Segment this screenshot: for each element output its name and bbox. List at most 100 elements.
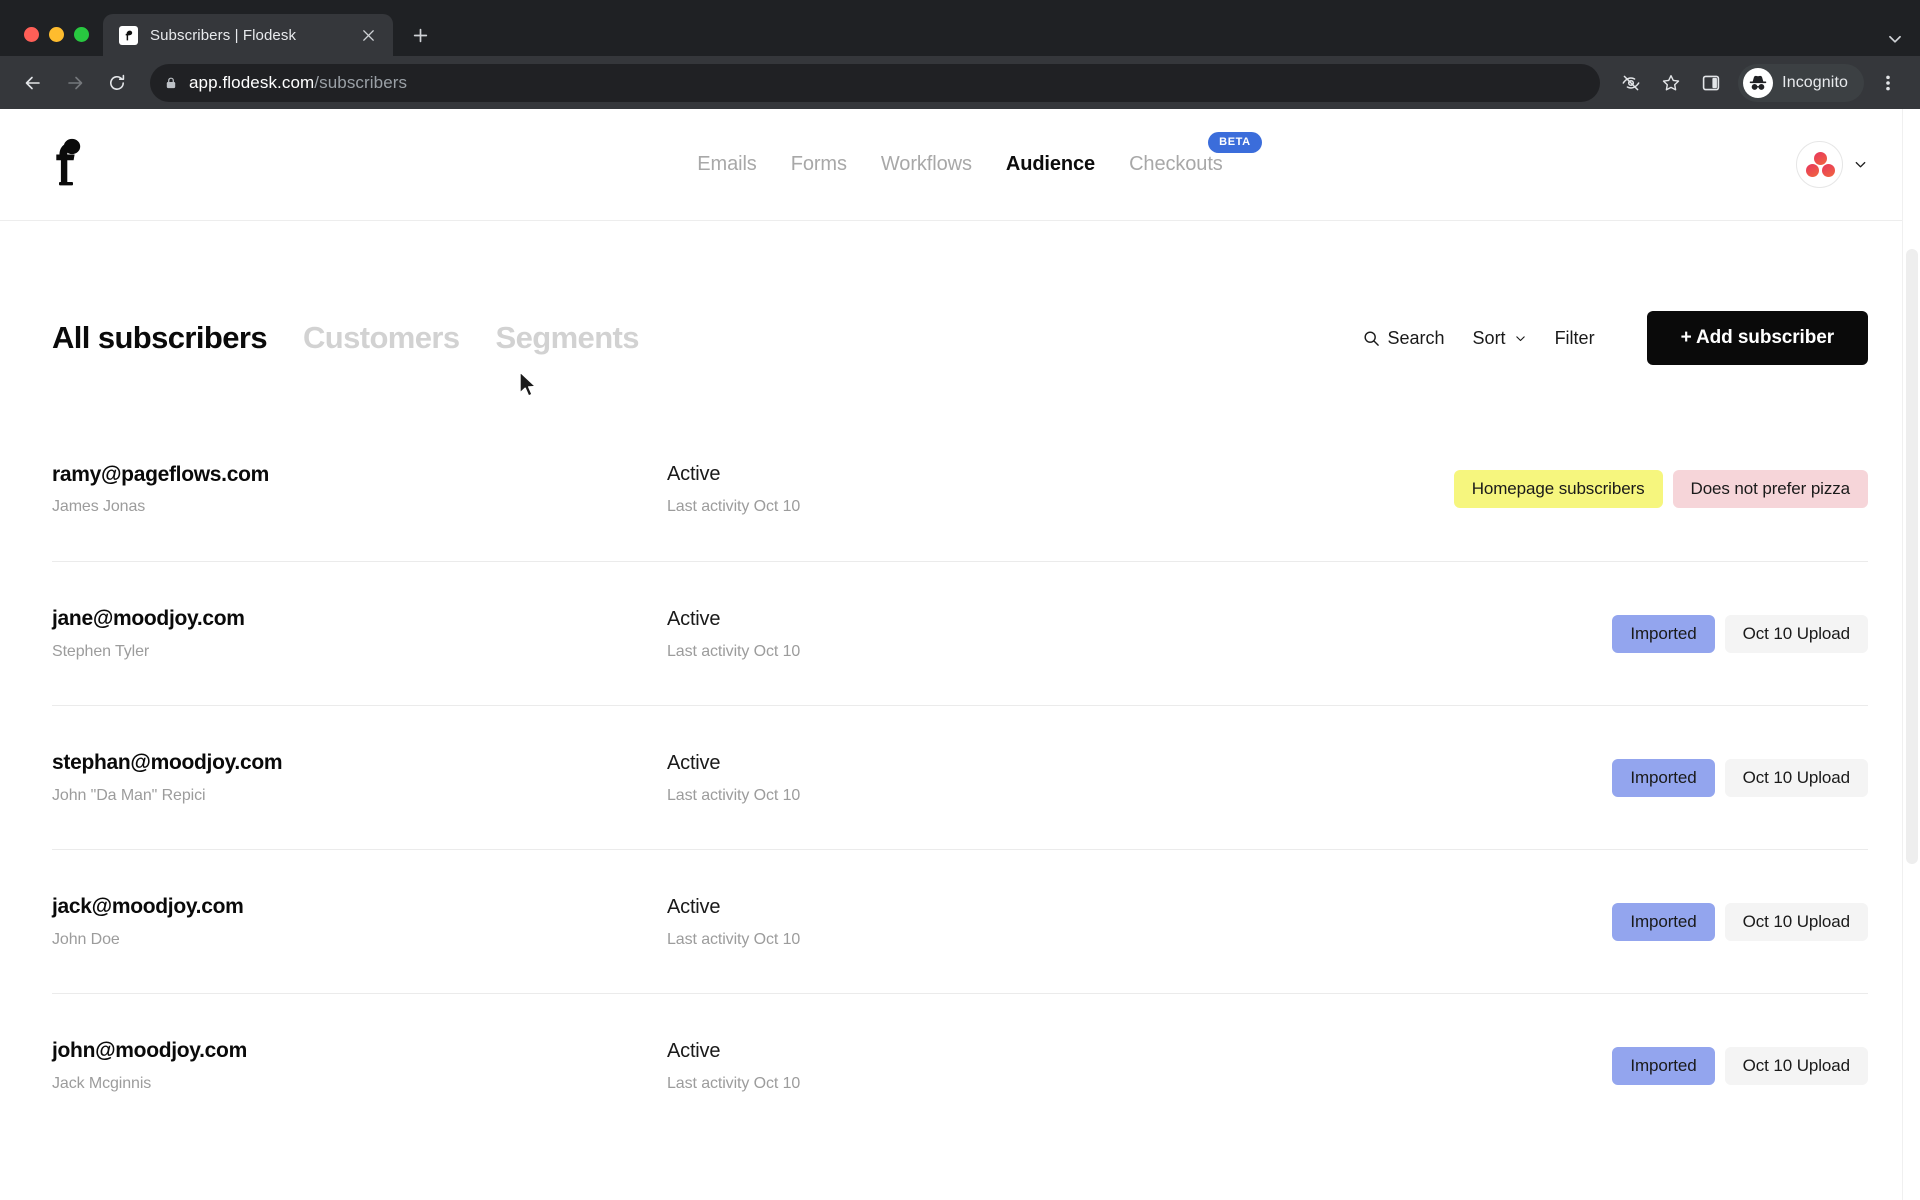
address-bar[interactable]: app.flodesk.com/subscribers <box>150 63 1601 102</box>
subscriber-name: John "Da Man" Repici <box>52 786 206 804</box>
chevron-down-icon <box>1514 332 1527 345</box>
reload-button[interactable] <box>98 64 136 102</box>
avatar-dot-bottom-right <box>1822 164 1835 177</box>
table-row[interactable]: jack@moodjoy.com John Doe Active Last ac… <box>52 849 1868 993</box>
subscriber-email: ramy@pageflows.com <box>52 462 269 486</box>
tag-chip[interactable]: Oct 10 Upload <box>1724 1046 1868 1085</box>
subscriber-name: Jack Mcginnis <box>52 1074 152 1092</box>
subscriber-email: john@moodjoy.com <box>52 1039 247 1063</box>
last-activity: Last activity Oct 10 <box>667 642 801 660</box>
subscriber-status-cell: Active Last activity Oct 10 <box>667 607 1307 661</box>
subscriber-status-cell: Active Last activity Oct 10 <box>667 751 1307 805</box>
search-label: Search <box>1387 327 1445 348</box>
new-tab-button[interactable] <box>403 18 437 52</box>
nav-item-audience[interactable]: Audience <box>1006 153 1095 176</box>
filter-label: Filter <box>1554 327 1595 348</box>
tab-strip: Subscribers | Flodesk <box>0 0 1920 56</box>
status-badge: Active <box>667 895 721 918</box>
back-button[interactable] <box>14 64 52 102</box>
subscriber-email: stephan@moodjoy.com <box>52 751 283 775</box>
subscriber-email: jane@moodjoy.com <box>52 607 245 631</box>
subscriber-identity: stephan@moodjoy.com John "Da Man" Repici <box>52 750 667 804</box>
table-row[interactable]: stephan@moodjoy.com John "Da Man" Repici… <box>52 705 1868 849</box>
avatar[interactable] <box>1796 141 1843 188</box>
flodesk-logo-icon <box>52 134 86 195</box>
chevron-down-icon[interactable] <box>1853 157 1868 172</box>
tag-chip[interactable]: Oct 10 Upload <box>1724 614 1868 653</box>
table-row[interactable]: ramy@pageflows.com James Jonas Active La… <box>52 417 1868 561</box>
status-badge: Active <box>667 463 721 485</box>
url-path: /subscribers <box>314 72 408 92</box>
main-navigation: Emails Forms Workflows Audience Checkout… <box>0 132 1920 176</box>
forward-button[interactable] <box>56 64 94 102</box>
subscriber-identity: jack@moodjoy.com John Doe <box>52 894 667 948</box>
subscriber-identity: john@moodjoy.com Jack Mcginnis <box>52 1038 667 1092</box>
beta-badge: BETA <box>1208 132 1262 153</box>
status-badge: Active <box>667 607 721 630</box>
close-tab-button[interactable] <box>355 22 381 48</box>
nav-item-emails[interactable]: Emails <box>697 153 757 176</box>
maximize-window-button[interactable] <box>74 27 89 42</box>
subscriber-tags: Imported Oct 10 Upload <box>1307 902 1868 941</box>
tag-chip[interactable]: Imported <box>1612 614 1715 653</box>
nav-item-checkouts[interactable]: Checkouts <box>1129 153 1223 175</box>
tab-all-subscribers[interactable]: All subscribers <box>52 320 268 356</box>
table-row[interactable]: john@moodjoy.com Jack Mcginnis Active La… <box>52 993 1868 1137</box>
tag-chip[interactable]: Oct 10 Upload <box>1724 902 1868 941</box>
subscriber-status-cell: Active Last activity Oct 10 <box>667 895 1307 949</box>
side-panel-icon[interactable] <box>1692 64 1730 102</box>
browser-tab[interactable]: Subscribers | Flodesk <box>103 14 393 56</box>
toolbar-actions: Incognito <box>1612 63 1906 102</box>
scrollbar-thumb[interactable] <box>1906 249 1918 864</box>
nav-item-checkouts-wrapper: Checkouts BETA <box>1129 132 1262 176</box>
brand[interactable] <box>52 134 252 195</box>
window-traffic-lights <box>14 27 103 56</box>
url-text: app.flodesk.com/subscribers <box>189 73 407 93</box>
page-toolbar: All subscribers Customers Segments Searc… <box>52 221 1868 367</box>
nav-item-forms[interactable]: Forms <box>791 153 847 176</box>
tag-chip[interactable]: Does not prefer pizza <box>1672 470 1868 508</box>
add-subscriber-button[interactable]: + Add subscriber <box>1646 311 1868 365</box>
view-tabs: All subscribers Customers Segments <box>52 320 639 356</box>
status-badge: Active <box>667 751 721 774</box>
subscriber-status-cell: Active Last activity Oct 10 <box>667 462 1307 516</box>
tag-chip[interactable]: Imported <box>1612 758 1715 797</box>
kebab-menu-icon[interactable] <box>1870 64 1906 102</box>
browser-toolbar: app.flodesk.com/subscribers Incognito <box>0 56 1920 109</box>
nav-item-workflows[interactable]: Workflows <box>881 153 972 176</box>
table-row[interactable]: jane@moodjoy.com Stephen Tyler Active La… <box>52 561 1868 705</box>
subscriber-list: ramy@pageflows.com James Jonas Active La… <box>52 367 1868 1137</box>
tag-chip[interactable]: Homepage subscribers <box>1453 470 1663 508</box>
star-icon[interactable] <box>1652 64 1690 102</box>
avatar-dot-bottom-left <box>1806 164 1819 177</box>
subscriber-tags: Homepage subscribers Does not prefer piz… <box>1307 470 1868 508</box>
tabstrip-overflow-button[interactable] <box>1886 30 1920 56</box>
sort-button[interactable]: Sort <box>1473 328 1527 349</box>
flodesk-favicon-icon <box>119 25 138 45</box>
filter-button[interactable]: Filter <box>1555 328 1595 349</box>
sort-label: Sort <box>1472 327 1506 348</box>
subscriber-name: James Jonas <box>52 498 146 516</box>
tag-chip[interactable]: Imported <box>1612 902 1715 941</box>
minimize-window-button[interactable] <box>49 27 64 42</box>
page-scrollbar[interactable] <box>1902 109 1920 1200</box>
tag-chip[interactable]: Imported <box>1612 1046 1715 1085</box>
incognito-label: Incognito <box>1782 73 1848 91</box>
search-button[interactable]: Search <box>1363 328 1445 349</box>
eye-slash-icon[interactable] <box>1612 64 1650 102</box>
subscriber-email: jack@moodjoy.com <box>52 895 244 919</box>
subscriber-tags: Imported Oct 10 Upload <box>1307 614 1868 653</box>
lock-icon <box>164 76 178 90</box>
tab-segments[interactable]: Segments <box>496 320 640 356</box>
toolbar-actions-group: Search Sort Filter + Add subscriber <box>1363 311 1868 365</box>
close-window-button[interactable] <box>24 27 39 42</box>
subscriber-identity: jane@moodjoy.com Stephen Tyler <box>52 606 667 660</box>
subscriber-name: Stephen Tyler <box>52 642 150 660</box>
tag-chip[interactable]: Oct 10 Upload <box>1724 758 1868 797</box>
tab-customers[interactable]: Customers <box>303 320 460 356</box>
url-host: app.flodesk.com <box>189 72 315 92</box>
incognito-profile-button[interactable]: Incognito <box>1738 63 1864 102</box>
browser-window: Subscribers | Flodesk app.flodesk.com/su… <box>0 0 1920 1200</box>
subscriber-name: John Doe <box>52 930 120 948</box>
app-header: Emails Forms Workflows Audience Checkout… <box>0 109 1920 221</box>
